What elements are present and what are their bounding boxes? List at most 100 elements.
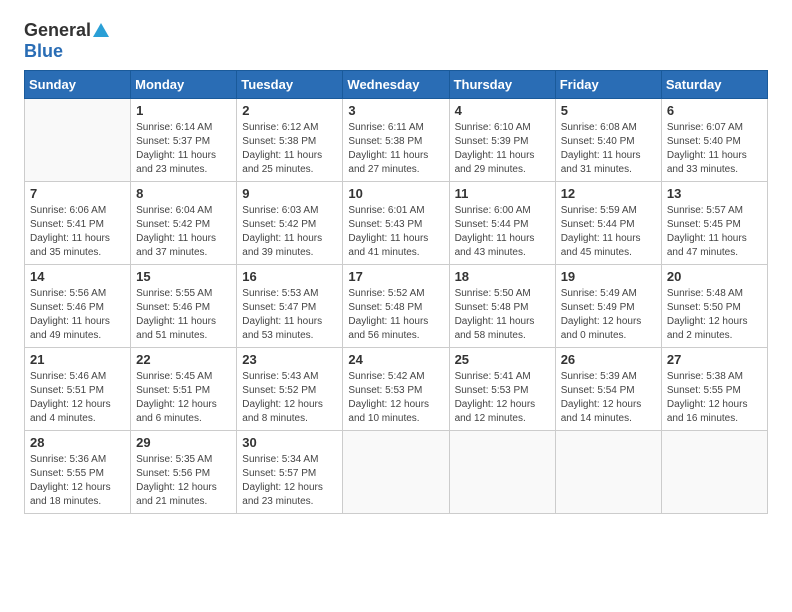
day-info: Sunrise: 5:35 AM Sunset: 5:56 PM Dayligh… (136, 453, 231, 509)
calendar-cell (449, 431, 555, 514)
logo-blue-text: Blue (24, 41, 63, 62)
calendar-cell: 12 Sunrise: 5:59 AM Sunset: 5:44 PM Dayli… (555, 182, 661, 265)
calendar-cell: 17 Sunrise: 5:52 AM Sunset: 5:48 PM Dayli… (343, 265, 449, 348)
calendar-cell: 29 Sunrise: 5:35 AM Sunset: 5:56 PM Dayli… (131, 431, 237, 514)
calendar-cell: 18 Sunrise: 5:50 AM Sunset: 5:48 PM Dayli… (449, 265, 555, 348)
calendar-cell: 9 Sunrise: 6:03 AM Sunset: 5:42 PM Daylig… (237, 182, 343, 265)
weekday-header: Thursday (449, 71, 555, 99)
day-number: 23 (242, 352, 337, 367)
day-info: Sunrise: 6:03 AM Sunset: 5:42 PM Dayligh… (242, 204, 337, 260)
day-number: 28 (30, 435, 125, 450)
calendar-cell: 25 Sunrise: 5:41 AM Sunset: 5:53 PM Dayli… (449, 348, 555, 431)
day-number: 7 (30, 186, 125, 201)
day-number: 8 (136, 186, 231, 201)
calendar-cell (661, 431, 767, 514)
day-info: Sunrise: 6:01 AM Sunset: 5:43 PM Dayligh… (348, 204, 443, 260)
weekday-header: Saturday (661, 71, 767, 99)
day-info: Sunrise: 5:48 AM Sunset: 5:50 PM Dayligh… (667, 287, 762, 343)
day-info: Sunrise: 5:41 AM Sunset: 5:53 PM Dayligh… (455, 370, 550, 426)
calendar-cell (343, 431, 449, 514)
day-info: Sunrise: 5:36 AM Sunset: 5:55 PM Dayligh… (30, 453, 125, 509)
calendar-cell: 2 Sunrise: 6:12 AM Sunset: 5:38 PM Daylig… (237, 99, 343, 182)
weekday-header: Monday (131, 71, 237, 99)
calendar-cell: 21Sunrise: 5:46 AM Sunset: 5:51 PM Dayli… (25, 348, 131, 431)
day-number: 17 (348, 269, 443, 284)
calendar-cell: 4Sunrise: 6:10 AM Sunset: 5:39 PM Daylig… (449, 99, 555, 182)
day-info: Sunrise: 5:49 AM Sunset: 5:49 PM Dayligh… (561, 287, 656, 343)
day-info: Sunrise: 5:39 AM Sunset: 5:54 PM Dayligh… (561, 370, 656, 426)
calendar-header-row: SundayMondayTuesdayWednesdayThursdayFrid… (25, 71, 768, 99)
weekday-header: Friday (555, 71, 661, 99)
day-number: 2 (242, 103, 337, 118)
logo-general-text: General (24, 20, 91, 41)
day-info: Sunrise: 5:57 AM Sunset: 5:45 PM Dayligh… (667, 204, 762, 260)
day-number: 16 (242, 269, 337, 284)
calendar-cell: 24 Sunrise: 5:42 AM Sunset: 5:53 PM Dayli… (343, 348, 449, 431)
day-number: 29 (136, 435, 231, 450)
calendar-cell: 28 Sunrise: 5:36 AM Sunset: 5:55 PM Dayli… (25, 431, 131, 514)
day-info: Sunrise: 6:12 AM Sunset: 5:38 PM Dayligh… (242, 121, 337, 177)
calendar-cell: 7 Sunrise: 6:06 AM Sunset: 5:41 PM Daylig… (25, 182, 131, 265)
weekday-header: Wednesday (343, 71, 449, 99)
calendar-cell: 15 Sunrise: 5:55 AM Sunset: 5:46 PM Dayli… (131, 265, 237, 348)
day-info: Sunrise: 5:42 AM Sunset: 5:53 PM Dayligh… (348, 370, 443, 426)
calendar-cell: 1 Sunrise: 6:14 AM Sunset: 5:37 PM Daylig… (131, 99, 237, 182)
calendar-week-row: 21Sunrise: 5:46 AM Sunset: 5:51 PM Dayli… (25, 348, 768, 431)
day-number: 5 (561, 103, 656, 118)
calendar-cell: 3 Sunrise: 6:11 AM Sunset: 5:38 PM Daylig… (343, 99, 449, 182)
day-number: 14 (30, 269, 125, 284)
calendar-cell: 30 Sunrise: 5:34 AM Sunset: 5:57 PM Dayli… (237, 431, 343, 514)
calendar-cell: 16 Sunrise: 5:53 AM Sunset: 5:47 PM Dayli… (237, 265, 343, 348)
day-info: Sunrise: 6:14 AM Sunset: 5:37 PM Dayligh… (136, 121, 231, 177)
day-info: Sunrise: 5:55 AM Sunset: 5:46 PM Dayligh… (136, 287, 231, 343)
calendar-cell (555, 431, 661, 514)
day-info: Sunrise: 5:56 AM Sunset: 5:46 PM Dayligh… (30, 287, 125, 343)
day-info: Sunrise: 6:06 AM Sunset: 5:41 PM Dayligh… (30, 204, 125, 260)
day-number: 3 (348, 103, 443, 118)
day-number: 26 (561, 352, 656, 367)
day-info: Sunrise: 5:38 AM Sunset: 5:55 PM Dayligh… (667, 370, 762, 426)
calendar-table: SundayMondayTuesdayWednesdayThursdayFrid… (24, 70, 768, 514)
calendar-week-row: 14 Sunrise: 5:56 AM Sunset: 5:46 PM Dayli… (25, 265, 768, 348)
day-number: 9 (242, 186, 337, 201)
day-info: Sunrise: 6:04 AM Sunset: 5:42 PM Dayligh… (136, 204, 231, 260)
day-info: Sunrise: 6:08 AM Sunset: 5:40 PM Dayligh… (561, 121, 656, 177)
day-number: 18 (455, 269, 550, 284)
day-info: Sunrise: 6:00 AM Sunset: 5:44 PM Dayligh… (455, 204, 550, 260)
day-info: Sunrise: 6:07 AM Sunset: 5:40 PM Dayligh… (667, 121, 762, 177)
day-number: 24 (348, 352, 443, 367)
day-number: 30 (242, 435, 337, 450)
day-number: 21 (30, 352, 125, 367)
calendar-cell: 11 Sunrise: 6:00 AM Sunset: 5:44 PM Dayli… (449, 182, 555, 265)
calendar-cell: 27Sunrise: 5:38 AM Sunset: 5:55 PM Dayli… (661, 348, 767, 431)
day-number: 13 (667, 186, 762, 201)
calendar-cell: 8 Sunrise: 6:04 AM Sunset: 5:42 PM Daylig… (131, 182, 237, 265)
day-info: Sunrise: 5:43 AM Sunset: 5:52 PM Dayligh… (242, 370, 337, 426)
calendar-cell: 23 Sunrise: 5:43 AM Sunset: 5:52 PM Dayli… (237, 348, 343, 431)
day-number: 25 (455, 352, 550, 367)
day-number: 11 (455, 186, 550, 201)
calendar-cell: 10Sunrise: 6:01 AM Sunset: 5:43 PM Dayli… (343, 182, 449, 265)
weekday-header: Sunday (25, 71, 131, 99)
day-info: Sunrise: 5:52 AM Sunset: 5:48 PM Dayligh… (348, 287, 443, 343)
calendar-cell: 6Sunrise: 6:07 AM Sunset: 5:40 PM Daylig… (661, 99, 767, 182)
calendar-cell: 19Sunrise: 5:49 AM Sunset: 5:49 PM Dayli… (555, 265, 661, 348)
calendar-cell: 14 Sunrise: 5:56 AM Sunset: 5:46 PM Dayli… (25, 265, 131, 348)
day-info: Sunrise: 5:50 AM Sunset: 5:48 PM Dayligh… (455, 287, 550, 343)
logo: General Blue (24, 20, 109, 62)
calendar-week-row: 7 Sunrise: 6:06 AM Sunset: 5:41 PM Daylig… (25, 182, 768, 265)
day-number: 20 (667, 269, 762, 284)
day-info: Sunrise: 5:59 AM Sunset: 5:44 PM Dayligh… (561, 204, 656, 260)
calendar-week-row: 1 Sunrise: 6:14 AM Sunset: 5:37 PM Daylig… (25, 99, 768, 182)
day-info: Sunrise: 5:34 AM Sunset: 5:57 PM Dayligh… (242, 453, 337, 509)
day-number: 1 (136, 103, 231, 118)
day-number: 15 (136, 269, 231, 284)
day-number: 12 (561, 186, 656, 201)
calendar-cell: 26 Sunrise: 5:39 AM Sunset: 5:54 PM Dayli… (555, 348, 661, 431)
calendar-cell: 13 Sunrise: 5:57 AM Sunset: 5:45 PM Dayli… (661, 182, 767, 265)
calendar-cell: 5 Sunrise: 6:08 AM Sunset: 5:40 PM Daylig… (555, 99, 661, 182)
logo-icon (93, 23, 109, 37)
day-info: Sunrise: 6:11 AM Sunset: 5:38 PM Dayligh… (348, 121, 443, 177)
day-number: 22 (136, 352, 231, 367)
day-info: Sunrise: 5:53 AM Sunset: 5:47 PM Dayligh… (242, 287, 337, 343)
